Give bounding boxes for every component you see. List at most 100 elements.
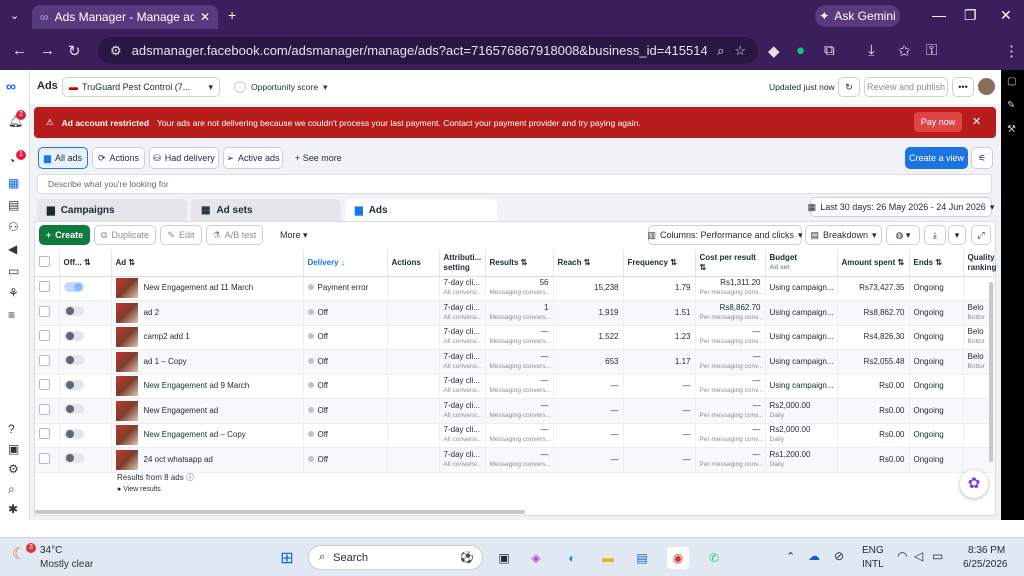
columns-selector[interactable]: ▥ Columns: Performance and clicks ▾ — [647, 225, 803, 245]
close-tab-icon[interactable]: ✕ — [200, 10, 210, 24]
tab-campaigns[interactable]: ▆ Campaigns — [37, 199, 187, 222]
row-toggle[interactable] — [59, 423, 112, 448]
results-cell[interactable]: — Messaging convers... — [485, 398, 554, 424]
ad-name-cell[interactable]: New Engagement ad 9 March — [111, 374, 304, 399]
ad-name[interactable]: New Engagement ad – Copy — [144, 430, 246, 439]
row-toggle[interactable] — [59, 447, 112, 473]
billing-icon[interactable]: ▭ — [8, 264, 19, 278]
table-row[interactable]: New Engagement ad 9 March Off 7-day cli...… — [35, 374, 994, 399]
ad-name-cell[interactable]: New Engagement ad – Copy — [111, 423, 304, 448]
row-toggle[interactable] — [59, 349, 112, 375]
results-cell[interactable]: — Messaging convers... — [485, 325, 554, 350]
results-cell[interactable]: 1 Messaging convers... — [485, 300, 554, 326]
volume-icon[interactable]: ◁ — [914, 549, 923, 563]
location-icon[interactable]: ⊘ — [834, 549, 844, 563]
ad-name-cell[interactable]: ad 1 – Copy — [111, 349, 304, 375]
row-checkbox[interactable] — [35, 447, 60, 473]
sort-icon[interactable]: ⇅ — [898, 258, 905, 267]
row-checkbox[interactable] — [35, 374, 60, 399]
horizontal-scrollbar[interactable] — [35, 510, 525, 514]
refresh-button[interactable]: ↻ — [838, 77, 860, 97]
help-icon[interactable]: ? — [8, 422, 15, 436]
col-actions[interactable]: Actions — [387, 250, 440, 277]
tab-ads[interactable]: ▆ Ads — [345, 199, 497, 222]
restore-icon[interactable]: ❐ — [964, 7, 977, 24]
budget-cell[interactable]: Rs2,000.00 Daily — [765, 398, 838, 424]
avatar[interactable] — [978, 78, 995, 95]
breakdown-selector[interactable]: ▤ Breakdown ▾ — [805, 225, 882, 245]
ad-name-cell[interactable]: ad 2 — [111, 300, 304, 326]
results-cell[interactable]: — Messaging convers... — [485, 423, 554, 448]
battery-icon[interactable]: ▭ — [932, 549, 943, 563]
tab-list-icon[interactable]: ⌄ — [10, 9, 19, 22]
on-off-toggle[interactable] — [63, 306, 84, 317]
filter-had-delivery[interactable]: ⛁ Had delivery — [149, 147, 219, 169]
opportunity-score[interactable]: Opportunity score ▾ — [234, 81, 327, 93]
on-off-toggle[interactable] — [63, 355, 84, 366]
cost-cell[interactable]: — Per messaging conv... — [695, 325, 766, 350]
export-button[interactable]: ⤓ — [924, 225, 946, 245]
on-off-toggle[interactable] — [63, 404, 84, 415]
see-more-link[interactable]: + See more — [295, 153, 342, 163]
row-checkbox-box[interactable] — [39, 281, 50, 293]
row-checkbox-box[interactable] — [39, 379, 50, 391]
ad-name[interactable]: ad 1 – Copy — [144, 357, 187, 366]
results-cell[interactable]: — Messaging convers... — [485, 374, 554, 399]
row-checkbox-box[interactable] — [39, 354, 50, 366]
row-toggle[interactable] — [59, 276, 112, 301]
cost-cell[interactable]: — Per messaging conv... — [695, 374, 766, 399]
ad-name[interactable]: ad 2 — [144, 308, 160, 317]
extensions-icon[interactable]: ⧉ — [824, 42, 835, 59]
sort-icon[interactable]: ⇅ — [521, 258, 528, 267]
on-off-toggle[interactable] — [63, 428, 84, 439]
ad-name[interactable]: camp2 add 1 — [144, 332, 190, 341]
ad-name-cell[interactable]: camp2 add 1 — [111, 325, 304, 350]
clock-time[interactable]: 8:36 PM — [968, 545, 1005, 556]
col-attribution[interactable]: Attributi... setting — [439, 250, 486, 277]
copilot-icon[interactable]: ◈ — [525, 547, 547, 569]
table-row[interactable]: camp2 add 1 Off 7-day cli... All conversi..… — [35, 325, 994, 350]
feedback-icon[interactable]: ▣ — [8, 442, 19, 456]
chrome-icon[interactable]: ◉ — [667, 547, 689, 569]
ad-name-cell[interactable]: 24 oct whatsapp ad — [111, 447, 304, 473]
col-reach[interactable]: Reach ⇅ — [553, 250, 624, 277]
col-amount-spent[interactable]: Amount spent ⇅ — [837, 250, 910, 277]
col-off-on[interactable]: Off... ⇅ — [59, 250, 112, 277]
cost-cell[interactable]: Rs8,862.70 Per messaging conv... — [695, 300, 766, 326]
row-checkbox[interactable] — [35, 349, 60, 375]
results-cell[interactable]: — Messaging convers... — [485, 349, 554, 375]
ask-gemini-button[interactable]: ✦ Ask Gemini — [815, 5, 900, 27]
forward-icon[interactable]: → — [40, 42, 55, 59]
row-toggle[interactable] — [59, 374, 112, 399]
col-frequency[interactable]: Frequency ⇅ — [623, 250, 696, 277]
sort-icon[interactable]: ⇅ — [670, 258, 677, 267]
row-checkbox-box[interactable] — [39, 403, 50, 415]
more-options-button[interactable]: ••• — [952, 77, 974, 97]
col-budget[interactable]: Budget Ad set — [765, 250, 838, 277]
budget-cell[interactable]: Using campaign... — [765, 349, 838, 375]
row-checkbox-box[interactable] — [39, 330, 50, 342]
megaphone-icon[interactable]: ◀ — [8, 242, 17, 256]
zoom-icon[interactable]: ⌕ — [717, 43, 724, 59]
bookmarks-icon[interactable]: ✩ — [898, 42, 911, 60]
col-quality[interactable]: Quality ranking — [963, 250, 996, 277]
ad-name[interactable]: 24 oct whatsapp ad — [144, 455, 213, 464]
language-1[interactable]: ENG — [862, 545, 884, 556]
results-cell[interactable]: 56 Messaging convers... — [485, 276, 554, 301]
budget-cell[interactable]: Rs1,200.00 Daily — [765, 447, 838, 473]
onedrive-icon[interactable]: ☁ — [808, 549, 820, 563]
view-settings-button[interactable]: ⚟ — [971, 147, 993, 169]
row-checkbox-box[interactable] — [39, 452, 50, 464]
account-selector[interactable]: ▬ TruGuard Pest Control (7... ▾ — [62, 77, 220, 97]
cost-cell[interactable]: Rs1,311.20 Per messaging conv... — [695, 276, 766, 301]
row-checkbox[interactable] — [35, 398, 60, 424]
alerts-icon[interactable]: ◔ — [8, 154, 15, 168]
audiences-icon[interactable]: ⚇ — [8, 220, 19, 234]
close-window-icon[interactable]: ✕ — [1000, 7, 1012, 24]
results-cell[interactable]: — Messaging convers... — [485, 447, 554, 473]
table-row[interactable]: New Engagement ad Off 7-day cli... All conv… — [35, 398, 994, 424]
new-tab-icon[interactable]: + — [228, 7, 236, 23]
start-icon[interactable]: ⊞ — [276, 547, 298, 569]
export-menu-button[interactable]: ▾ — [948, 225, 966, 245]
tools-icon[interactable]: ⚒ — [1007, 124, 1016, 135]
